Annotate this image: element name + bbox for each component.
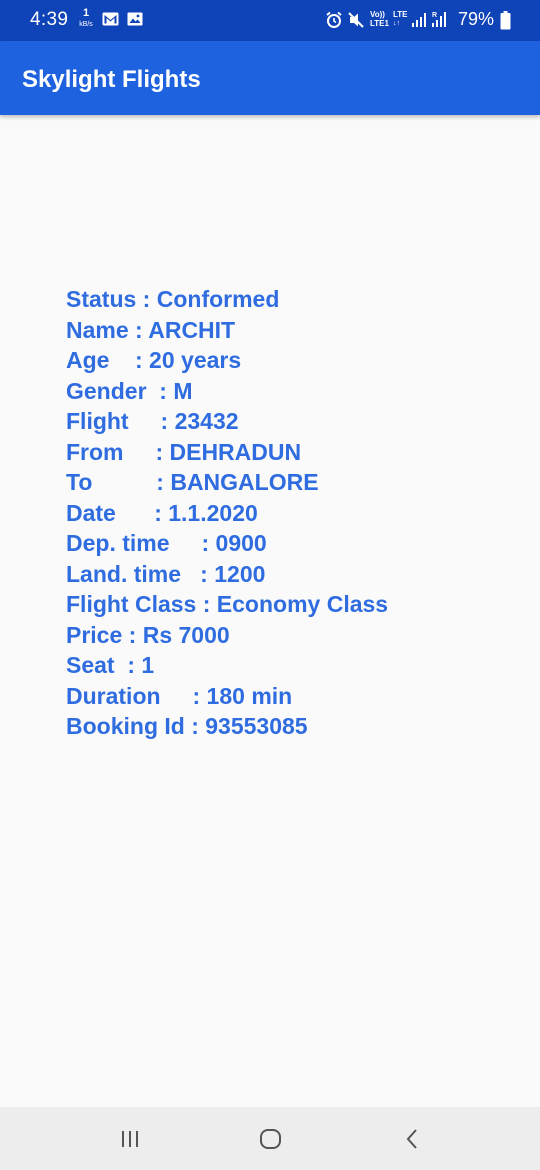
app-title: Skylight Flights (22, 66, 201, 93)
recents-icon[interactable] (115, 1125, 145, 1153)
back-icon[interactable] (397, 1125, 427, 1153)
flight-class-line: Flight Class : Economy Class (66, 591, 389, 617)
battery-icon (500, 11, 511, 35)
svg-text:R: R (432, 12, 437, 19)
data-arrows-icon: ↓↑ (393, 20, 400, 27)
gmail-icon (102, 12, 119, 31)
price-line: Price : Rs 7000 (66, 621, 230, 648)
alarm-icon (325, 11, 343, 34)
roaming-signal-icon: R (431, 10, 449, 33)
date-line: Date : 1.1.2020 (66, 499, 258, 526)
seat-line: Seat : 1 (66, 652, 155, 678)
age-line: Age : 20 years (66, 347, 242, 373)
booking-details: Status : Conformed Name : ARCHIT Age : 2… (66, 284, 388, 742)
flight-line: Flight : 23432 (66, 408, 239, 434)
lte-indicator: LTE ↓↑ (393, 10, 408, 28)
app-bar: Skylight Flights (0, 41, 540, 115)
status-bar: 4:39 1 kB/s Vo)) LTE1 LTE ↓↑ R 79% (0, 0, 540, 41)
network-speed-value: 1 (82, 7, 90, 19)
gender-line: Gender : M (66, 377, 193, 404)
lte1-label: LTE1 (370, 19, 389, 28)
volte-label: Vo)) (370, 10, 385, 19)
network-speed-unit: kB/s (79, 21, 93, 28)
status-line: Status : Conformed (66, 286, 280, 312)
mute-icon (347, 11, 365, 34)
battery-percent: 79% (458, 9, 495, 29)
network-speed: 1 kB/s (76, 7, 96, 29)
status-time: 4:39 (30, 9, 69, 30)
gallery-icon (127, 12, 143, 31)
name-line: Name : ARCHIT (66, 316, 236, 343)
landing-time-line: Land. time : 1200 (66, 560, 266, 587)
duration-line: Duration : 180 min (66, 682, 293, 709)
booking-id-line: Booking Id : 93553085 (66, 713, 308, 739)
volte-indicator: Vo)) LTE1 (370, 10, 389, 28)
to-line: To : BANGALORE (66, 469, 319, 495)
navigation-bar (0, 1107, 540, 1170)
lte-label: LTE (393, 10, 408, 19)
departure-time-line: Dep. time : 0900 (66, 530, 267, 556)
home-icon[interactable] (256, 1125, 286, 1153)
signal-icon (411, 12, 427, 33)
from-line: From : DEHRADUN (66, 438, 302, 465)
